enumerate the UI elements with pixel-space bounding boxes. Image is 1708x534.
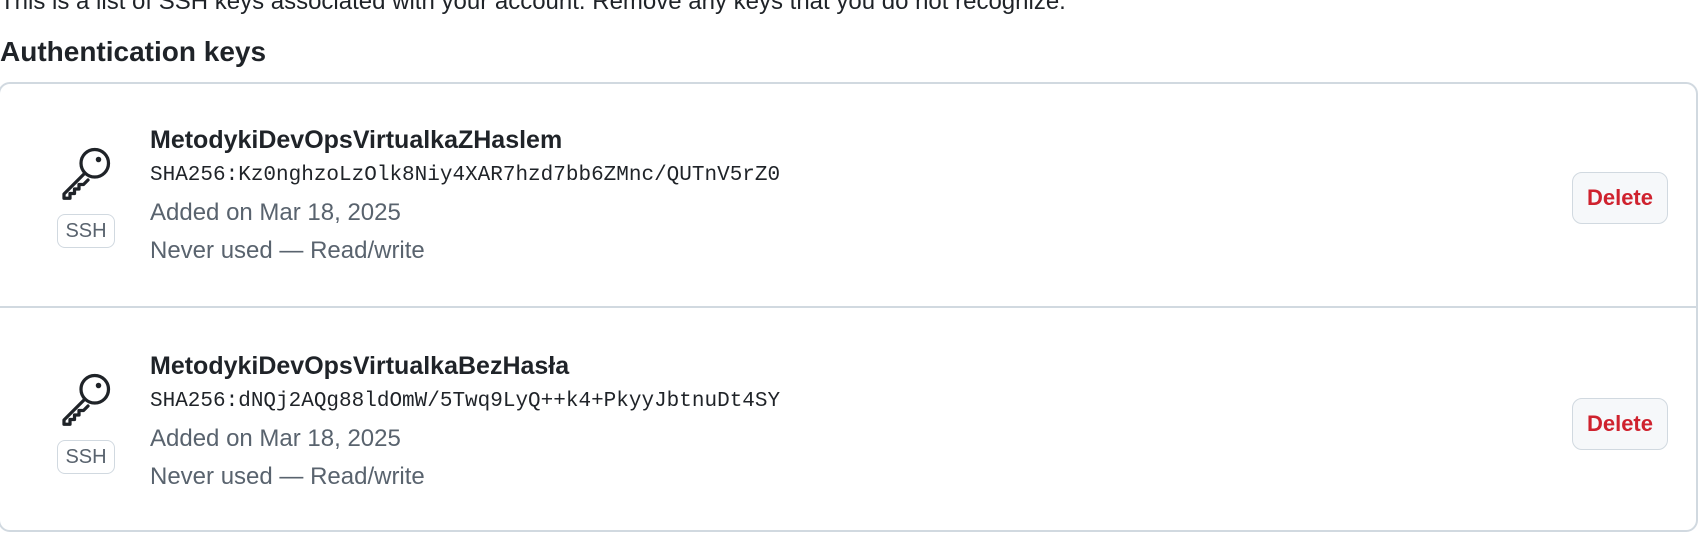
section-title-authentication-keys: Authentication keys	[0, 36, 267, 67]
key-icon-column: SSH	[52, 142, 120, 248]
key-fingerprint: SHA256:dNQj2AQg88ldOmW/5Twq9LyQ++k4+Pkyy…	[150, 390, 781, 413]
ssh-keys-list: SSH MetodykiDevOpsVirtualkaZHaslem SHA25…	[0, 82, 1698, 532]
delete-key-button[interactable]: Delete	[1571, 398, 1668, 450]
key-details: MetodykiDevOpsVirtualkaBezHasła SHA256:d…	[150, 350, 780, 500]
key-usage: Never used — Read/write	[150, 463, 425, 490]
ssh-key-row: SSH MetodykiDevOpsVirtualkaZHaslem SHA25…	[0, 84, 1696, 308]
key-usage: Never used — Read/write	[150, 237, 425, 264]
key-details: MetodykiDevOpsVirtualkaZHaslem SHA256:Kz…	[150, 124, 780, 274]
page-description: This is a list of SSH keys associated wi…	[0, 0, 1066, 15]
ssh-key-row: SSH MetodykiDevOpsVirtualkaBezHasła SHA2…	[0, 310, 1696, 534]
key-icon	[56, 368, 116, 428]
key-type-badge: SSH	[57, 440, 115, 474]
key-added-date: Added on Mar 18, 2025	[150, 199, 401, 226]
key-icon	[56, 142, 116, 202]
key-icon-column: SSH	[52, 368, 120, 474]
key-title: MetodykiDevOpsVirtualkaBezHasła	[150, 352, 570, 380]
delete-key-button[interactable]: Delete	[1571, 172, 1668, 224]
key-title: MetodykiDevOpsVirtualkaZHaslem	[150, 126, 563, 154]
key-fingerprint: SHA256:Kz0nghzoLzOlk8Niy4XAR7hzd7bb6ZMnc…	[150, 164, 781, 187]
key-type-badge: SSH	[57, 214, 115, 248]
key-added-date: Added on Mar 18, 2025	[150, 425, 401, 452]
